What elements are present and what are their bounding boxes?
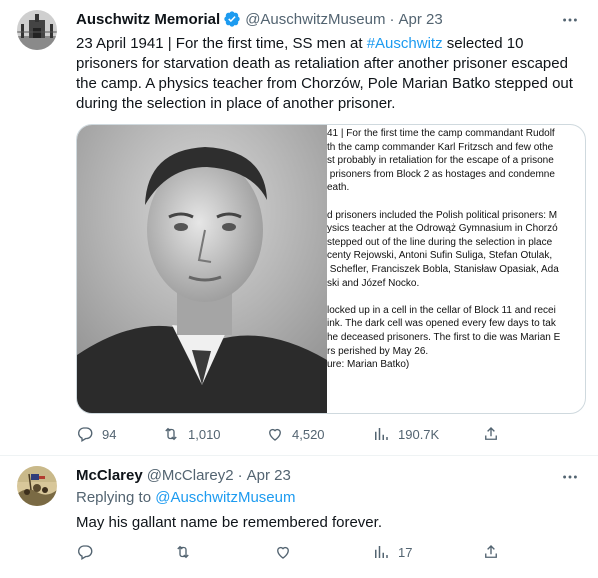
retweet-button[interactable] bbox=[174, 542, 192, 562]
tweet-header: Auschwitz Memorial @AuschwitzMuseum · Ap… bbox=[76, 10, 443, 28]
heart-icon bbox=[269, 428, 281, 441]
separator-dot: · bbox=[237, 467, 243, 484]
like-count: 4,520 bbox=[292, 426, 325, 442]
replying-to-label: Replying to bbox=[76, 489, 156, 506]
retweet-icon bbox=[165, 427, 177, 441]
share-icon bbox=[485, 545, 497, 558]
views-button[interactable]: 17 bbox=[372, 542, 412, 562]
share-icon bbox=[485, 427, 497, 440]
more-options-icon[interactable] bbox=[560, 467, 580, 487]
reply-count: 94 bbox=[102, 426, 117, 442]
author-name[interactable]: Auschwitz Memorial bbox=[76, 11, 220, 28]
reply-button[interactable]: 94 bbox=[76, 424, 116, 444]
like-button[interactable]: 4,520 bbox=[266, 424, 325, 444]
tweet-actions: 94 1,010 4,520 190.7K bbox=[76, 424, 506, 444]
tweet-header: McClarey @McClarey2 · Apr 23 bbox=[76, 467, 291, 484]
retweet-button[interactable]: 1,010 bbox=[162, 424, 221, 444]
views-chart-icon bbox=[375, 428, 388, 440]
share-button[interactable] bbox=[482, 542, 500, 562]
author-name[interactable]: McClarey bbox=[76, 467, 143, 484]
share-button[interactable] bbox=[482, 424, 500, 444]
author-handle[interactable]: @McClarey2 bbox=[147, 467, 234, 484]
tweet-actions: 17 bbox=[76, 542, 506, 562]
reply-icon bbox=[78, 545, 93, 560]
views-chart-icon bbox=[375, 546, 388, 558]
mcclarey-avatar[interactable] bbox=[17, 466, 57, 506]
like-button[interactable] bbox=[274, 542, 292, 562]
retweet-count: 1,010 bbox=[188, 426, 221, 442]
tweet-text: 23 April 1941 | For the first time, SS m… bbox=[76, 34, 581, 114]
replying-to-line: Replying to @AuschwitzMuseum bbox=[76, 489, 296, 506]
tweet-date[interactable]: Apr 23 bbox=[398, 11, 442, 28]
verified-badge-icon bbox=[223, 10, 241, 28]
separator-dot: · bbox=[389, 10, 395, 28]
tweet-text: May his gallant name be remembered forev… bbox=[76, 514, 382, 531]
tweet-auschwitz-memorial[interactable]: Auschwitz Memorial @AuschwitzMuseum · Ap… bbox=[0, 0, 598, 456]
replying-to-handle-link[interactable]: @AuschwitzMuseum bbox=[155, 489, 295, 506]
tweet-date[interactable]: Apr 23 bbox=[247, 467, 291, 484]
tweet-image[interactable]: 41 | For the first time the camp command… bbox=[76, 124, 586, 414]
author-handle[interactable]: @AuschwitzMuseum bbox=[245, 11, 385, 28]
views-button[interactable]: 190.7K bbox=[372, 424, 439, 444]
image-caption-text: 41 | For the first time the camp command… bbox=[327, 128, 561, 371]
reply-icon bbox=[78, 427, 93, 442]
reply-button[interactable] bbox=[76, 542, 94, 562]
heart-icon bbox=[277, 546, 289, 559]
views-count: 17 bbox=[398, 544, 413, 560]
retweet-icon bbox=[177, 545, 189, 559]
hashtag-link[interactable]: #Auschwitz bbox=[367, 35, 443, 52]
tweet-text-part: 23 April 1941 | For the first time, SS m… bbox=[76, 35, 367, 52]
auschwitz-memorial-avatar[interactable] bbox=[17, 10, 57, 50]
portrait-photo bbox=[77, 125, 327, 413]
views-count: 190.7K bbox=[398, 426, 440, 442]
more-options-icon[interactable] bbox=[560, 10, 580, 30]
